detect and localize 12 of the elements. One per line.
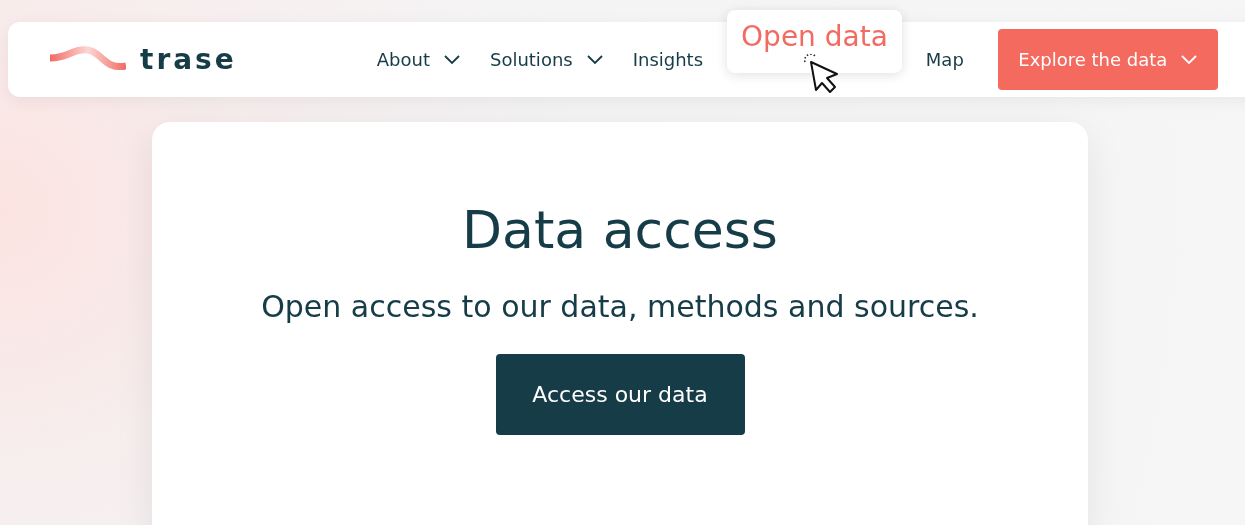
nav-dropdown[interactable]: Solutions — [489, 49, 603, 70]
access-data-button[interactable]: Access our data — [495, 354, 745, 436]
nav-link[interactable]: Insights — [632, 49, 704, 70]
chevron-down-icon — [586, 54, 603, 65]
logo-text: trase — [140, 43, 237, 76]
logo[interactable]: trase — [50, 43, 237, 76]
nav-link[interactable]: Map — [925, 49, 964, 70]
chevron-down-icon — [443, 54, 460, 65]
subtitle: Open access to our data, methods and sources. — [261, 289, 979, 325]
nav-dropdown[interactable]: About — [376, 49, 460, 70]
chevron-down-icon — [1181, 54, 1198, 65]
heading: Data access — [462, 202, 778, 260]
